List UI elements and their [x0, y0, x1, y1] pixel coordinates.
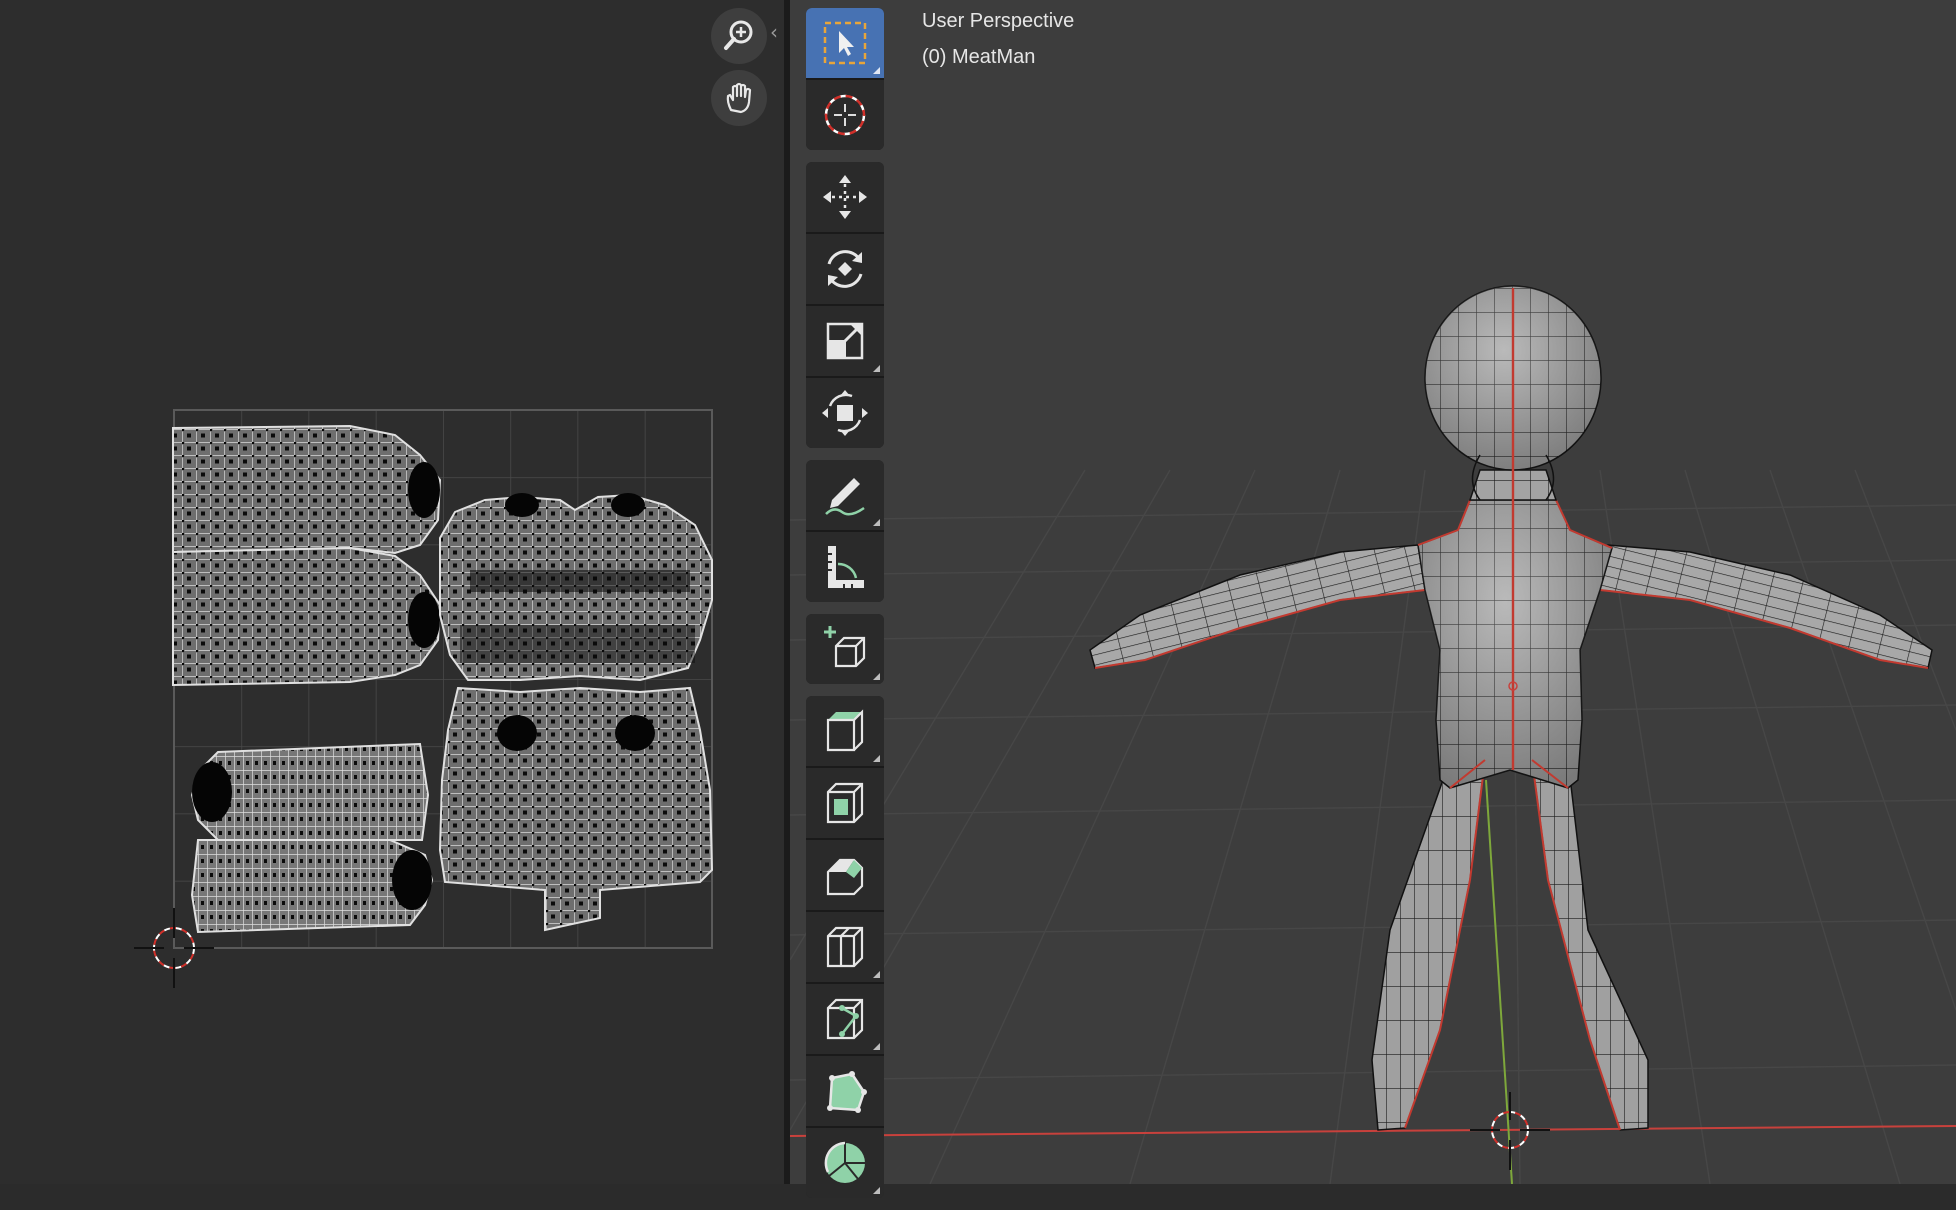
y-axis-line: [1485, 779, 1513, 1184]
uv-editor-area[interactable]: ‹: [0, 0, 784, 1184]
measure-icon: [820, 542, 870, 592]
3d-viewport[interactable]: User Perspective (0) MeatMan: [790, 0, 1956, 1184]
spin-icon: [820, 1138, 870, 1188]
scale-tool[interactable]: [806, 306, 884, 378]
select-box-tool[interactable]: [806, 8, 884, 80]
extrude-tool[interactable]: [806, 696, 884, 768]
move-icon: [820, 172, 870, 222]
inset-tool[interactable]: [806, 768, 884, 840]
rotate-tool[interactable]: [806, 234, 884, 306]
bevel-icon: [820, 850, 870, 900]
cursor-icon: [820, 90, 870, 140]
viewport-canvas[interactable]: [790, 0, 1956, 1184]
zoom-button[interactable]: [711, 8, 767, 64]
viewport-object-label: (0) MeatMan: [922, 46, 1036, 68]
annotate-tool[interactable]: [806, 460, 884, 532]
3d-cursor[interactable]: [1470, 1092, 1550, 1170]
tool-group-transform: [806, 162, 884, 448]
knife-tool[interactable]: [806, 984, 884, 1056]
x-axis-line: [790, 1125, 1956, 1137]
transform-tool[interactable]: [806, 378, 884, 448]
rotate-icon: [820, 244, 870, 294]
pan-button[interactable]: [711, 70, 767, 126]
tool-group-annotate: [806, 460, 884, 602]
select-box-icon: [821, 19, 869, 67]
poly-build-icon: [820, 1066, 870, 1116]
tool-shelf: [806, 8, 884, 1210]
bevel-tool[interactable]: [806, 840, 884, 912]
measure-tool[interactable]: [806, 532, 884, 602]
uv-island-torso-upper: [439, 493, 713, 682]
tool-group-mesh-edit: [806, 696, 884, 1198]
hand-icon: [721, 80, 757, 116]
tool-group-add: [806, 614, 884, 684]
collapse-toolbar-icon[interactable]: ‹: [770, 22, 784, 42]
meatman-mesh[interactable]: [1089, 285, 1933, 1131]
add-cube-tool[interactable]: [806, 614, 884, 684]
annotate-icon: [820, 470, 870, 520]
extrude-icon: [820, 706, 870, 756]
loop-cut-tool[interactable]: [806, 912, 884, 984]
move-tool[interactable]: [806, 162, 884, 234]
add-cube-icon: [820, 624, 870, 674]
loop-cut-icon: [820, 922, 870, 972]
cursor-tool[interactable]: [806, 80, 884, 150]
tool-group-select: [806, 8, 884, 150]
poly-build-tool[interactable]: [806, 1056, 884, 1128]
knife-icon: [820, 994, 870, 1044]
zoom-in-icon: [721, 18, 757, 54]
transform-icon: [820, 388, 870, 438]
inset-icon: [820, 778, 870, 828]
uv-island-legs: [190, 742, 434, 934]
viewport-perspective-label: User Perspective: [922, 10, 1075, 32]
spin-tool[interactable]: [806, 1128, 884, 1198]
uv-canvas[interactable]: [0, 0, 784, 1184]
scale-icon: [820, 316, 870, 366]
